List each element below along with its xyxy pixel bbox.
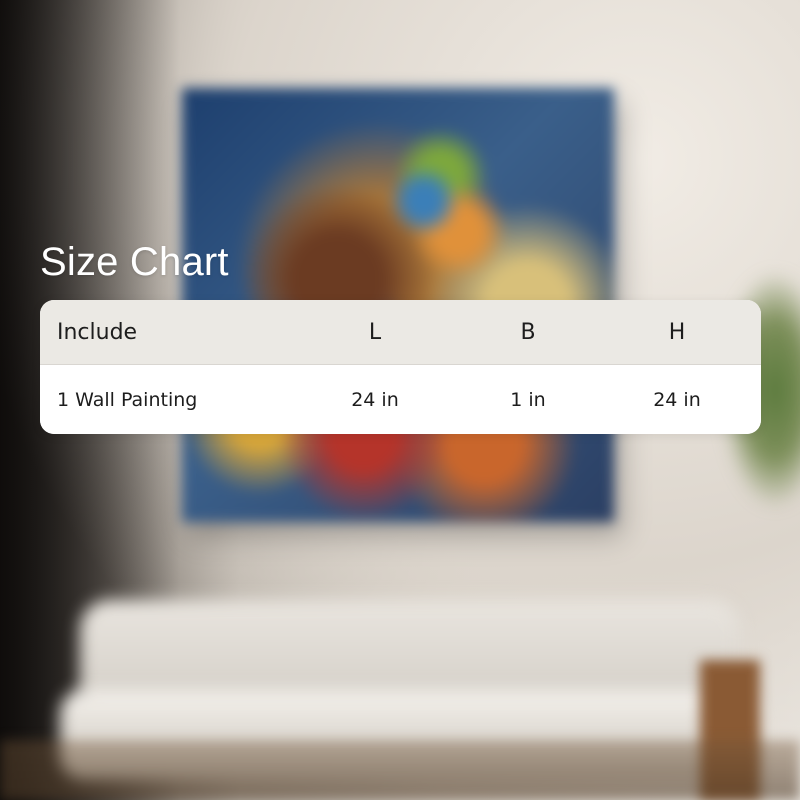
- header-height: H: [668, 319, 686, 345]
- cell-length: 24 in: [351, 388, 399, 411]
- cell-height: 24 in: [653, 388, 701, 411]
- size-chart-title: Size Chart: [40, 240, 229, 284]
- cell-breadth: 1 in: [510, 388, 546, 411]
- floor: [0, 740, 800, 800]
- table-header-row: Include L B H: [40, 300, 761, 365]
- header-breadth: B: [520, 319, 536, 345]
- header-include: Include: [57, 319, 138, 345]
- cell-include: 1 Wall Painting: [57, 388, 198, 411]
- table-row: 1 Wall Painting 24 in 1 in 24 in: [40, 365, 761, 434]
- header-length: L: [368, 319, 382, 345]
- size-chart-table: Include L B H 1 Wall Painting 24 in 1 in…: [40, 300, 761, 434]
